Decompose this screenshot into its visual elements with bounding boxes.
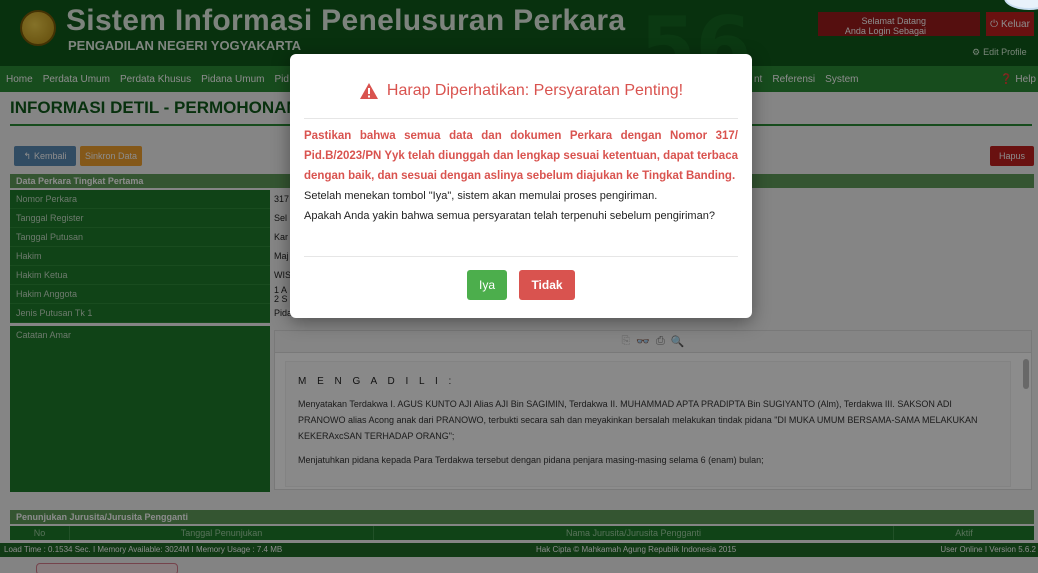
dialog-buttons: Iya Tidak [290,270,752,300]
dialog-info-2: Apakah Anda yakin bahwa semua persyarata… [304,210,715,222]
dialog-divider-bottom [304,256,738,257]
dialog-warning-text: Pastikan bahwa semua data dan dokumen Pe… [304,130,738,182]
confirm-no-button[interactable]: Tidak [519,270,575,300]
dialog-info-1: Setelah menekan tombol "Iya", sistem aka… [304,190,658,202]
dialog-title: Harap Diperhatikan: Persyaratan Penting! [290,82,752,100]
warning-icon [359,83,378,99]
dialog-title-text: Harap Diperhatikan: Persyaratan Penting! [386,82,684,99]
app-page: 56 Sistem Informasi Penelusuran Perkara … [0,0,1038,573]
dialog-divider-top [304,118,738,119]
confirm-yes-button[interactable]: Iya [467,270,507,300]
confirmation-dialog: Harap Diperhatikan: Persyaratan Penting!… [290,54,752,318]
dialog-body: Pastikan bahwa semua data dan dokumen Pe… [304,126,738,226]
